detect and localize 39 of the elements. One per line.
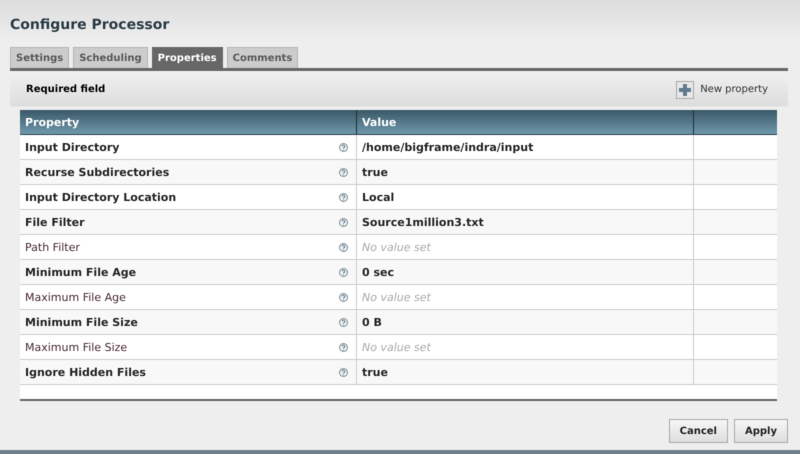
property-value[interactable]: /home/bigframe/indra/input: [362, 140, 534, 154]
dialog-title: Configure Processor: [10, 16, 170, 34]
help-icon[interactable]: [339, 192, 348, 202]
help-icon[interactable]: [339, 218, 348, 226]
property-value[interactable]: true: [362, 366, 388, 378]
property-name: Minimum File Size: [25, 316, 138, 328]
tab[interactable]: Comments: [226, 47, 298, 68]
column-header: Value: [357, 110, 694, 134]
help-icon[interactable]: [339, 268, 348, 276]
property-value[interactable]: 0 B: [362, 316, 382, 328]
dialog-button[interactable]: Cancel: [668, 419, 728, 443]
property-name: Maximum File Size: [25, 340, 128, 354]
property-name: Maximum File Age: [25, 290, 126, 304]
dialog-button[interactable]: Apply: [734, 419, 788, 443]
help-icon[interactable]: [339, 292, 348, 302]
property-name: Path Filter: [25, 240, 80, 254]
tab[interactable]: Properties: [152, 47, 223, 68]
tab[interactable]: Scheduling: [73, 47, 148, 68]
plus-icon: [676, 80, 694, 98]
help-icon[interactable]: [339, 168, 348, 176]
property-name: Input Directory Location: [25, 190, 176, 204]
property-value[interactable]: Source1million3.txt: [362, 216, 484, 228]
property-name: Recurse Subdirectories: [25, 166, 170, 178]
property-name: Ignore Hidden Files: [25, 366, 146, 378]
help-icon[interactable]: [339, 242, 348, 252]
property-value[interactable]: true: [362, 166, 388, 178]
column-header: Property: [20, 110, 357, 134]
property-name: File Filter: [25, 216, 85, 228]
help-icon[interactable]: [339, 368, 348, 376]
help-icon[interactable]: [339, 318, 348, 326]
help-icon[interactable]: [339, 142, 348, 152]
property-value[interactable]: Local: [362, 190, 394, 204]
new-property-button[interactable]: New property: [676, 80, 768, 98]
property-name: Minimum File Age: [25, 266, 136, 278]
required-field-label: Required field: [25, 84, 106, 95]
tab[interactable]: Settings: [10, 47, 70, 68]
property-value[interactable]: 0 sec: [362, 266, 394, 278]
help-icon[interactable]: [339, 342, 348, 352]
property-name: Input Directory: [25, 140, 120, 154]
